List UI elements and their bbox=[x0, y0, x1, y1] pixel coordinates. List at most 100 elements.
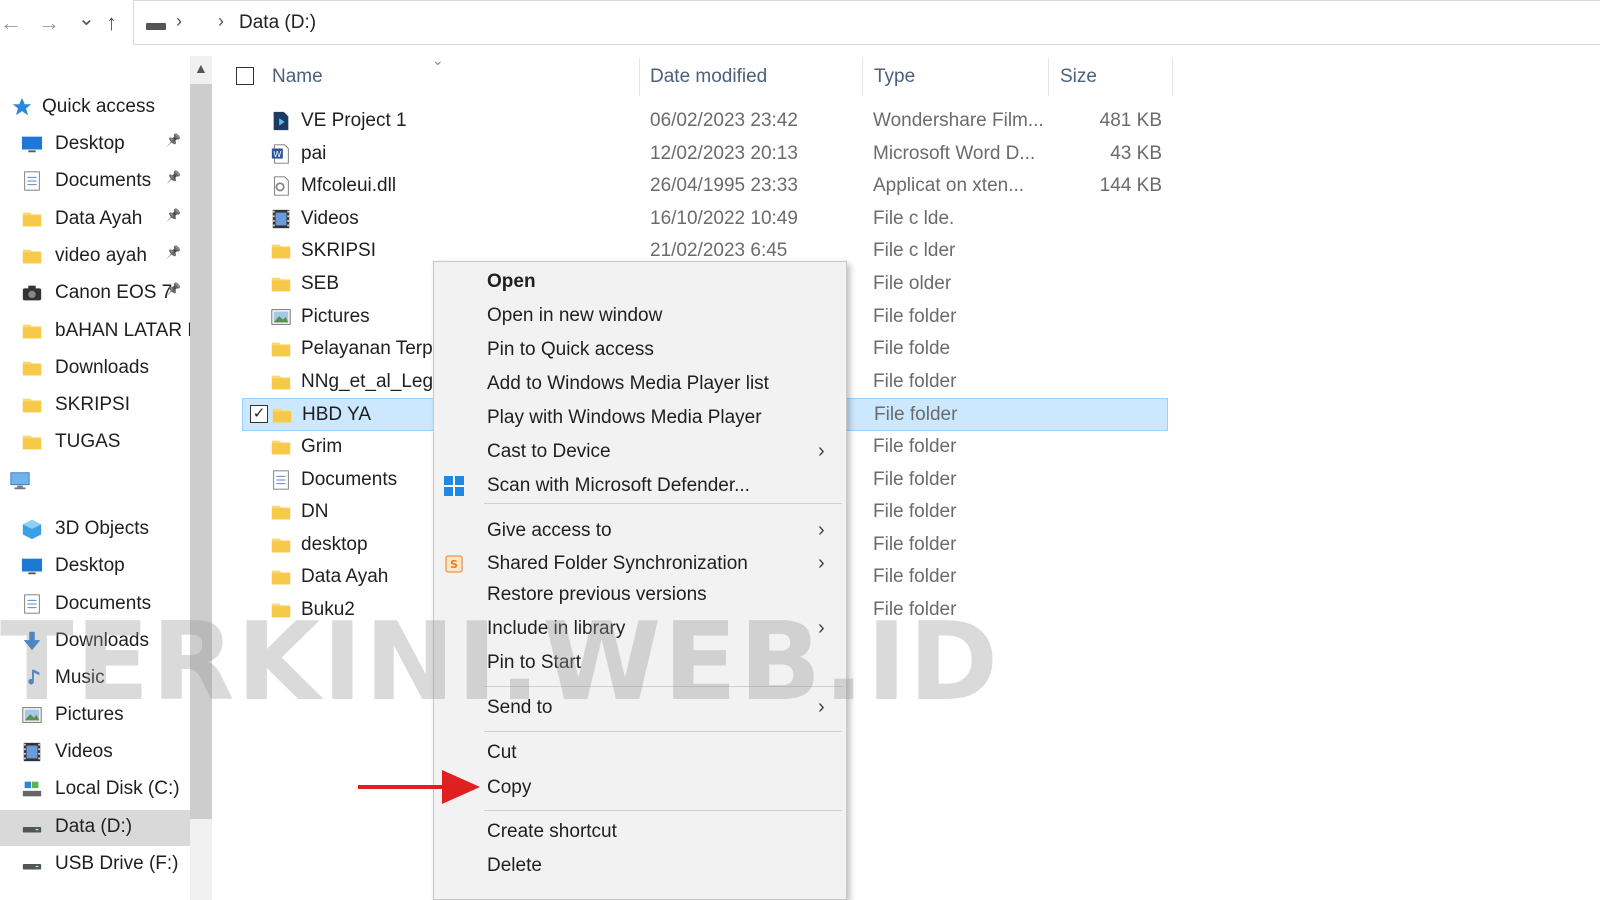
column-divider[interactable] bbox=[862, 58, 863, 96]
file-row[interactable]: Wpai 12/02/2023 20:13 Microsoft Word D... 4… bbox=[242, 138, 1168, 171]
sidebar-item[interactable]: Quick access bbox=[0, 90, 190, 126]
sidebar-item[interactable] bbox=[0, 464, 190, 500]
column-header-type[interactable]: Type bbox=[874, 66, 915, 88]
context-menu-item[interactable]: S Shared Folder Synchronization › bbox=[434, 548, 846, 580]
row-checkbox[interactable]: ✓ bbox=[250, 405, 268, 423]
sidebar-item-label: Local Disk (C:) bbox=[55, 778, 180, 799]
column-divider[interactable] bbox=[1172, 58, 1173, 96]
sidebar-item-label: 3D Objects bbox=[55, 518, 149, 539]
file-type: File folder bbox=[873, 501, 957, 522]
videos-icon bbox=[20, 741, 44, 769]
file-type: Wondershare Film... bbox=[873, 110, 1044, 131]
file-type: File c lde. bbox=[873, 208, 955, 229]
context-menu-item-label: Cast to Device bbox=[487, 441, 611, 462]
recent-locations-chevron-icon[interactable]: ⌄ bbox=[78, 6, 95, 31]
context-menu-item[interactable]: Delete bbox=[434, 850, 846, 882]
folder-icon bbox=[270, 370, 292, 400]
file-size: 481 KB bbox=[1099, 110, 1162, 131]
videos-icon bbox=[270, 207, 292, 237]
context-menu-item[interactable]: Cast to Device › bbox=[434, 436, 846, 468]
pin-icon: 📌 bbox=[166, 170, 181, 184]
documents-icon bbox=[270, 468, 292, 498]
context-menu-item[interactable]: Play with Windows Media Player bbox=[434, 402, 846, 434]
file-type: File older bbox=[873, 273, 952, 294]
star-icon bbox=[10, 96, 34, 124]
sidebar-item[interactable]: Downloads bbox=[0, 351, 190, 387]
file-date-modified: 21/02/2023 6:45 bbox=[650, 240, 788, 261]
column-header-date[interactable]: Date modified bbox=[650, 66, 767, 88]
file-name: Documents bbox=[301, 469, 398, 490]
context-menu-item[interactable]: Open bbox=[434, 266, 846, 298]
file-name: Pelayanan Terpa bbox=[301, 338, 444, 359]
context-menu-item[interactable]: Pin to Quick access bbox=[434, 334, 846, 366]
file-name: Pictures bbox=[301, 306, 370, 327]
sidebar-item[interactable]: Data Ayah 📌 bbox=[0, 202, 190, 238]
column-divider[interactable] bbox=[1048, 58, 1049, 96]
context-menu-item[interactable]: Create shortcut bbox=[434, 816, 846, 848]
context-menu-item[interactable]: Open in new window bbox=[434, 300, 846, 332]
sidebar-item[interactable]: USB Drive (F:) bbox=[0, 847, 190, 883]
file-row[interactable]: VE Project 1 06/02/2023 23:42 Wondershare … bbox=[242, 105, 1168, 138]
folder-icon bbox=[20, 357, 44, 385]
sidebar-item-label: Videos bbox=[55, 741, 113, 762]
sidebar-item-label: Desktop bbox=[55, 555, 125, 576]
forward-arrow-icon[interactable]: → bbox=[38, 10, 60, 36]
project-file-icon bbox=[270, 109, 292, 139]
sidebar-item[interactable]: Desktop bbox=[0, 549, 190, 585]
context-menu-item-label: Open bbox=[487, 271, 536, 292]
folder-icon bbox=[20, 431, 44, 459]
select-all-checkbox[interactable] bbox=[236, 67, 254, 85]
context-menu-item-label: Scan with Microsoft Defender... bbox=[487, 475, 750, 496]
sidebar-item-label: Desktop bbox=[55, 133, 125, 154]
up-arrow-icon[interactable]: ↑ bbox=[106, 10, 117, 36]
sidebar-item[interactable]: Local Disk (C:) bbox=[0, 772, 190, 808]
context-menu-item[interactable]: Copy bbox=[434, 772, 846, 804]
sidebar-item[interactable]: SKRIPSI bbox=[0, 388, 190, 424]
cube-icon bbox=[20, 518, 44, 546]
file-type: File c lder bbox=[873, 240, 956, 261]
context-menu-item-label: Delete bbox=[487, 855, 542, 876]
column-header-name[interactable]: Name bbox=[272, 66, 323, 88]
file-date-modified: 26/04/1995 23:33 bbox=[650, 175, 798, 196]
sidebar-item-label: Quick access bbox=[42, 96, 155, 117]
scroll-up-icon[interactable]: ▲ bbox=[194, 60, 208, 76]
sidebar-item[interactable]: Videos bbox=[0, 735, 190, 771]
sidebar-item[interactable]: 3D Objects bbox=[0, 512, 190, 548]
file-type: File folder bbox=[874, 404, 958, 425]
word-file-icon: W bbox=[270, 142, 292, 172]
context-menu-item[interactable]: Add to Windows Media Player list bbox=[434, 368, 846, 400]
sidebar-item[interactable]: TUGAS bbox=[0, 425, 190, 461]
sidebar-item-label: TUGAS bbox=[55, 431, 121, 452]
breadcrumb-chevron-icon[interactable]: › bbox=[176, 11, 182, 32]
file-date-modified: 16/10/2022 10:49 bbox=[650, 208, 798, 229]
context-menu-item[interactable]: Cut bbox=[434, 737, 846, 769]
folder-icon bbox=[270, 565, 292, 595]
pin-icon: 📌 bbox=[166, 282, 181, 296]
sidebar-item[interactable]: Data (D:) bbox=[0, 810, 190, 846]
sidebar-item-label: video ayah bbox=[55, 245, 147, 266]
back-arrow-icon[interactable]: ← bbox=[0, 10, 22, 36]
context-menu: Open Open in new window Pin to Quick acces… bbox=[433, 261, 847, 900]
breadcrumb-current[interactable]: Data (D:) bbox=[239, 12, 316, 34]
column-divider[interactable] bbox=[639, 58, 640, 96]
address-path-box[interactable]: › › Data (D:) bbox=[133, 0, 1600, 45]
drive-icon bbox=[146, 23, 166, 30]
sidebar-item[interactable]: Documents 📌 bbox=[0, 164, 190, 200]
context-menu-item-label: Pin to Quick access bbox=[487, 339, 654, 360]
sidebar-item[interactable]: Canon EOS 7 📌 bbox=[0, 276, 190, 312]
sidebar-item[interactable]: video ayah 📌 bbox=[0, 239, 190, 275]
sidebar-item-label: USB Drive (F:) bbox=[55, 853, 179, 874]
sidebar-item[interactable]: bAHAN LATAR E bbox=[0, 314, 190, 350]
sidebar-item[interactable]: Desktop 📌 bbox=[0, 127, 190, 163]
folder-icon bbox=[270, 239, 292, 269]
file-row[interactable]: Videos 16/10/2022 10:49 File c lde. bbox=[242, 203, 1168, 236]
menu-separator bbox=[484, 731, 842, 732]
file-name: desktop bbox=[301, 534, 368, 555]
context-menu-item-label: Give access to bbox=[487, 520, 612, 541]
file-row[interactable]: Mfcoleui.dll 26/04/1995 23:33 Applicat on … bbox=[242, 170, 1168, 203]
column-header-size[interactable]: Size bbox=[1060, 66, 1097, 88]
context-menu-item[interactable]: Give access to › bbox=[434, 515, 846, 547]
sidebar-item-label: Data (D:) bbox=[55, 816, 133, 837]
breadcrumb-chevron-icon[interactable]: › bbox=[218, 11, 224, 32]
context-menu-item[interactable]: Scan with Microsoft Defender... bbox=[434, 470, 846, 502]
